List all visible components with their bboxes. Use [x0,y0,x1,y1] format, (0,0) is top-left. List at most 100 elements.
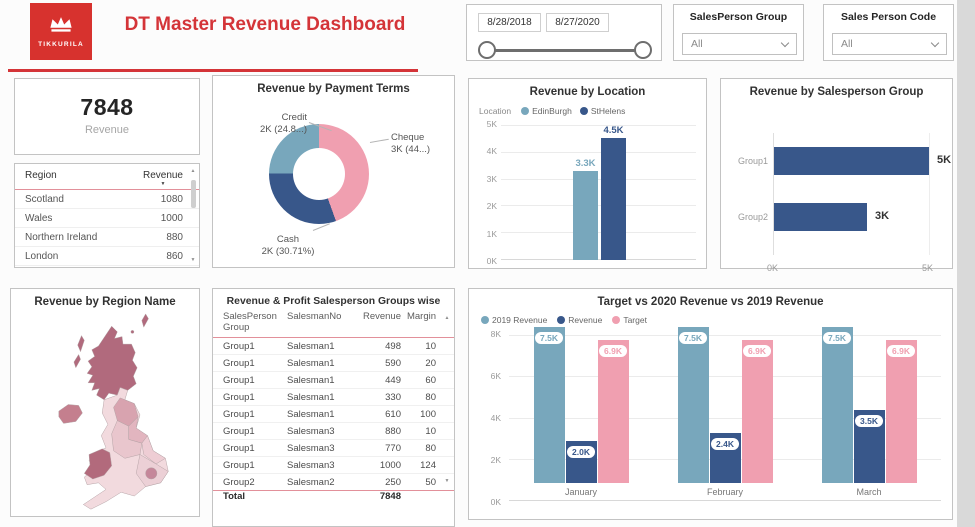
salesperson-code-dropdown[interactable]: All [832,33,947,55]
total-label: Total [223,491,287,502]
salesperson-group-slicer: SalesPerson Group All [673,4,804,61]
date-slider-handle-start[interactable] [478,41,496,59]
scroll-up-icon[interactable]: ▲ [443,315,451,321]
bar[interactable] [774,147,929,175]
table-row[interactable]: London860 [15,247,199,266]
table-row[interactable]: Group1Salesman144960 [213,372,454,389]
brand-name: TIKKURILA [38,41,84,48]
donut-hole [293,148,345,200]
bar-value-label: 3K [875,210,889,222]
x-tick-0k: 0K [767,263,778,273]
legend-title: Location [479,106,511,116]
sales-table-header: SalesPerson Group SalesmanNo Revenue Mar… [213,307,454,338]
table-row[interactable]: Group1Salesman31000124 [213,457,454,474]
scrollbar-thumb[interactable] [191,180,196,208]
scroll-down-icon[interactable]: ▼ [443,478,451,484]
end-date-input[interactable]: 8/27/2020 [546,13,609,32]
column-header-region[interactable]: Region [25,170,57,187]
table-row[interactable]: Group1Salesman133080 [213,389,454,406]
region-revenue-table: Region Revenue ▼ Scotland1080Wales1000No… [14,163,200,268]
table-row[interactable]: Group1Salesman388010 [213,423,454,440]
cluster-January: 7.5K2.0K6.9KJanuary [534,317,629,501]
map-region-orkney [131,330,134,333]
bar-Revenue[interactable]: 2.0K [566,441,597,483]
legend-item[interactable]: StHelens [580,106,626,116]
map-region-hebrides [74,336,84,368]
table-row[interactable]: Group1Salesman159020 [213,355,454,372]
table-row[interactable]: Group2Salesman225050 [213,474,454,491]
table-row[interactable]: Group1Salesman377080 [213,440,454,457]
date-slider-handle-end[interactable] [634,41,652,59]
legend-dot [521,107,529,115]
slicer-label: Sales Person Code [824,5,953,23]
page-title: DT Master Revenue Dashboard [95,14,435,36]
column-header-revenue[interactable]: Revenue ▼ [143,170,183,187]
bar-value-label: 7.5K [534,331,564,345]
chart-title: Revenue by Salesperson Group [721,79,952,98]
region-map-panel: Revenue by Region Name [10,288,200,517]
region-table-header: Region Revenue ▼ [15,164,199,190]
bar-Target[interactable]: 6.9K [886,340,917,483]
kpi-value: 7848 [15,94,199,121]
bar-row-Group2: Group23K [774,203,931,231]
sales-detail-table-panel: Revenue & Profit Salesperson Groups wise… [212,288,455,527]
map-region-northern-ireland [59,405,83,424]
bar-value-label: 2.4K [710,437,740,451]
category-label: March [856,487,881,501]
map-region-london [146,468,157,479]
slice-label-credit: Credit2K (24.8...) [215,112,307,137]
payment-terms-donut[interactable] [269,124,369,224]
chart-title: Target vs 2020 Revenue vs 2019 Revenue [469,289,952,308]
column-header-group[interactable]: SalesPerson Group [223,311,287,333]
bar-Target[interactable]: 6.9K [598,340,629,483]
table-row[interactable]: Northern Ireland880 [15,228,199,247]
legend-item[interactable]: EdinBurgh [521,106,572,116]
bar-2019 Revenue[interactable]: 7.5K [534,327,565,483]
bar[interactable] [774,203,867,231]
salesperson-code-slicer: Sales Person Code All [823,4,954,61]
trend-plot: 7.5K2.0K6.9KJanuary7.5K2.4K6.9KFebruary7… [509,335,941,501]
bar-value-label: 6.9K [742,344,772,358]
table-row[interactable]: Group1Salesman149810 [213,338,454,355]
sales-table-total-row: Total 7848 [213,491,454,502]
date-slider-track[interactable] [489,49,641,52]
legend-dot [481,316,489,324]
dropdown-value: All [691,38,703,50]
chevron-down-icon [931,38,939,46]
bar[interactable] [601,138,626,260]
bar-Revenue[interactable]: 3.5K [854,410,885,483]
trend-chart-panel: Target vs 2020 Revenue vs 2019 Revenue 2… [468,288,953,520]
revenue-kpi-card: 7848 Revenue [14,78,200,155]
bar-Target[interactable]: 6.9K [742,340,773,483]
bar-2019 Revenue[interactable]: 7.5K [678,327,709,483]
slicer-label: SalesPerson Group [674,5,803,23]
cluster-March: 7.5K3.5K6.9K March [822,317,917,501]
bar-value-label: 4.5K [603,125,623,136]
tikkurila-logo: TIKKURILA [30,3,92,60]
scroll-down-icon[interactable]: ▼ [189,257,197,263]
uk-map[interactable] [25,313,187,513]
x-tick-5k: 5K [922,263,933,273]
column-header-revenue[interactable]: Revenue [353,311,401,333]
table-row[interactable]: Wales1000 [15,209,199,228]
table-row[interactable]: Group1Salesman1610100 [213,406,454,423]
scroll-up-icon[interactable]: ▲ [189,168,197,174]
total-revenue: 7848 [353,491,401,502]
trend-clusters: 7.5K2.0K6.9KJanuary7.5K2.4K6.9KFebruary7… [509,335,941,501]
start-date-input[interactable]: 8/28/2018 [478,13,541,32]
bar-2019 Revenue[interactable]: 7.5K [822,327,853,483]
window-edge-strip [957,0,975,527]
region-table-body: Scotland1080Wales1000Northern Ireland880… [15,190,199,266]
column-header-margin[interactable]: Margin [401,311,436,333]
region-table-scrollbar[interactable]: ▲ ▼ [189,168,197,263]
table-row[interactable]: Scotland1080 [15,190,199,209]
salesperson-group-dropdown[interactable]: All [682,33,797,55]
location-bars: 3.3K4.5K [573,125,626,260]
category-label: February [707,487,743,501]
y-axis-labels: 8K6K4K2K0K [475,329,501,507]
bar[interactable] [573,171,598,260]
legend-dot [580,107,588,115]
bar-Revenue[interactable]: 2.4K [710,433,741,483]
column-header-salesman[interactable]: SalesmanNo [287,311,353,333]
salesperson-group-chart-panel: Revenue by Salesperson Group 0K 5K Group… [720,78,953,269]
